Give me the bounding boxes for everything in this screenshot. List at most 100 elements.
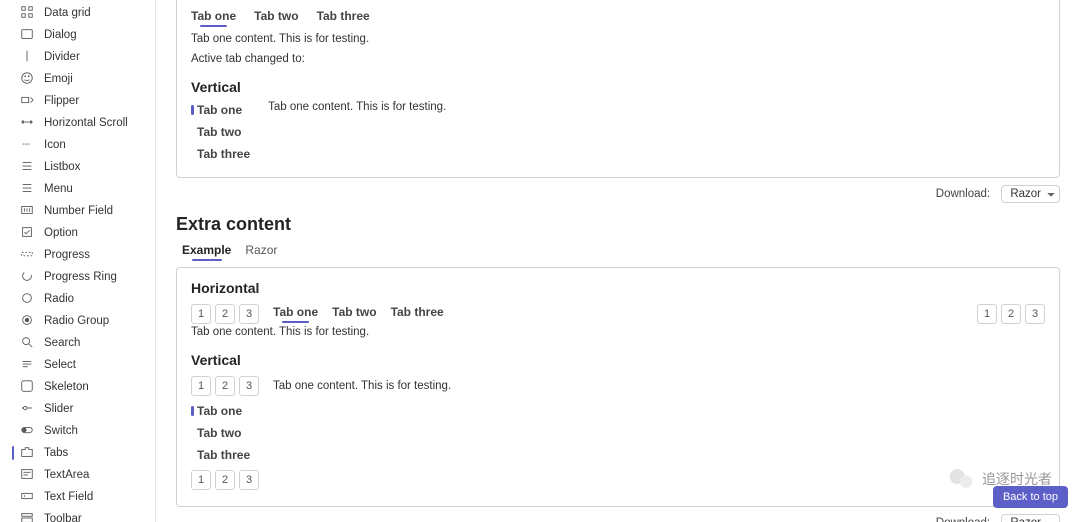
vertical-heading: Vertical	[191, 79, 1045, 95]
pill-v2-3[interactable]: 3	[239, 470, 259, 490]
tab-two[interactable]: Tab two	[254, 9, 298, 27]
nav-active-indicator	[12, 50, 14, 64]
sidebar-item-label: Number Field	[44, 205, 113, 217]
number-field-icon	[20, 203, 34, 220]
sidebar-item-label: Search	[44, 337, 80, 349]
nav-active-indicator	[12, 204, 14, 218]
sidebar-item-search[interactable]: Search	[18, 333, 84, 353]
flipper-icon	[20, 93, 34, 110]
toggle-example[interactable]: Example	[182, 243, 231, 261]
nav-active-indicator	[12, 138, 14, 152]
sidebar: Data gridDialog Divider Emoji Flipper Horizo…	[0, 0, 156, 522]
textarea-icon	[20, 467, 34, 484]
menu-icon	[20, 181, 34, 198]
pill-v1-1[interactable]: 1	[191, 376, 211, 396]
sidebar-item-text-field[interactable]: Text Field	[18, 487, 97, 507]
vtab-one[interactable]: Tab one	[191, 103, 250, 117]
extra-vtab-two[interactable]: Tab two	[191, 426, 1045, 440]
extra-vertical-heading: Vertical	[191, 352, 1045, 368]
sidebar-item-label: Flipper	[44, 95, 79, 107]
nav-active-indicator	[12, 182, 14, 196]
nav-active-indicator	[12, 512, 14, 522]
sidebar-item-menu[interactable]: Menu	[18, 179, 77, 199]
sidebar-item-dialog[interactable]: Dialog	[18, 25, 81, 45]
pill-3[interactable]: 3	[239, 304, 259, 324]
sidebar-item-flipper[interactable]: Flipper	[18, 91, 83, 111]
pill-r3[interactable]: 3	[1025, 304, 1045, 324]
nav-active-indicator	[12, 468, 14, 482]
sidebar-item-label: Tabs	[44, 447, 68, 459]
extra-vtab-three[interactable]: Tab three	[191, 448, 1045, 462]
tab-three[interactable]: Tab three	[317, 9, 370, 27]
sidebar-item-divider[interactable]: Divider	[18, 47, 84, 67]
nav-active-indicator	[12, 380, 14, 394]
vtab-three[interactable]: Tab three	[191, 147, 250, 161]
sidebar-item-label: Option	[44, 227, 78, 239]
divider-icon	[20, 49, 34, 66]
pill-r1[interactable]: 1	[977, 304, 997, 324]
sidebar-item-progress-ring[interactable]: Progress Ring	[18, 267, 121, 287]
sidebar-item-emoji[interactable]: Emoji	[18, 69, 77, 89]
sidebar-item-toolbar[interactable]: Toolbar	[18, 509, 86, 522]
active-changed-label: Active tab changed to:	[191, 53, 1045, 65]
sidebar-item-radio-group[interactable]: Radio Group	[18, 311, 113, 331]
vtab-two[interactable]: Tab two	[191, 125, 250, 139]
sidebar-item-number-field[interactable]: Number Field	[18, 201, 117, 221]
sidebar-item-progress[interactable]: Progress	[18, 245, 94, 265]
extra-horizontal-heading: Horizontal	[191, 280, 1045, 296]
pill-v2-1[interactable]: 1	[191, 470, 211, 490]
toolbar-icon	[20, 511, 34, 522]
sidebar-item-tabs[interactable]: Tabs	[18, 443, 72, 463]
listbox-icon	[20, 159, 34, 176]
tab-one[interactable]: Tab one	[191, 9, 236, 27]
pill-r2[interactable]: 2	[1001, 304, 1021, 324]
toggle-razor[interactable]: Razor	[245, 243, 277, 261]
download-select[interactable]: Razor	[1001, 185, 1060, 203]
download-select-2[interactable]: Razor	[1001, 514, 1060, 522]
sidebar-item-data-grid[interactable]: Data grid	[18, 3, 95, 23]
nav-active-indicator	[12, 226, 14, 240]
sidebar-item-icon[interactable]: Icon	[18, 135, 70, 155]
default-panel: Tab one Tab two Tab three Tab one conten…	[176, 0, 1060, 178]
sidebar-item-label: Radio Group	[44, 315, 109, 327]
pill-v1-2[interactable]: 2	[215, 376, 235, 396]
pill-v1-3[interactable]: 3	[239, 376, 259, 396]
extra-content-heading: Extra content	[176, 214, 1060, 235]
extra-tab-two[interactable]: Tab two	[332, 305, 376, 323]
code-toggle: Example Razor	[182, 243, 1060, 261]
data-grid-icon	[20, 5, 34, 22]
sidebar-item-switch[interactable]: Switch	[18, 421, 82, 441]
sidebar-item-option[interactable]: Option	[18, 223, 82, 243]
download-row-2: Download: Razor	[176, 517, 1060, 522]
sidebar-item-listbox[interactable]: Listbox	[18, 157, 84, 177]
sidebar-item-label: Divider	[44, 51, 80, 63]
search-icon	[20, 335, 34, 352]
extra-v-prefix: 1 2 3 Tab one content. This is for testi…	[191, 376, 1045, 396]
extra-tab-three[interactable]: Tab three	[391, 305, 444, 323]
nav-active-indicator	[12, 314, 14, 328]
sidebar-item-radio[interactable]: Radio	[18, 289, 78, 309]
back-to-top-button[interactable]: Back to top	[993, 486, 1068, 508]
sidebar-item-skeleton[interactable]: Skeleton	[18, 377, 93, 397]
skeleton-icon	[20, 379, 34, 396]
extra-vtabs: Tab one Tab two Tab three	[191, 404, 1045, 462]
extra-panel: Horizontal 1 2 3 Tab one Tab two Tab thr…	[176, 267, 1060, 507]
vertical-tabs-block: Tab one Tab two Tab three Tab one conten…	[191, 103, 1045, 161]
extra-tab-one[interactable]: Tab one	[273, 305, 318, 323]
nav-active-indicator	[12, 358, 14, 372]
sidebar-item-textarea[interactable]: TextArea	[18, 465, 93, 485]
nav-active-indicator	[12, 424, 14, 438]
sidebar-item-select[interactable]: Select	[18, 355, 80, 375]
pill-2[interactable]: 2	[215, 304, 235, 324]
sidebar-item-horizontal-scroll[interactable]: Horizontal Scroll	[18, 113, 132, 133]
download-label: Download:	[936, 188, 990, 200]
sidebar-item-slider[interactable]: Slider	[18, 399, 77, 419]
sidebar-item-label: Text Field	[44, 491, 93, 503]
switch-icon	[20, 423, 34, 440]
pills-right: 1 2 3	[977, 304, 1045, 324]
tabs-icon	[20, 445, 34, 462]
pill-1[interactable]: 1	[191, 304, 211, 324]
extra-vtab-one[interactable]: Tab one	[191, 404, 1045, 418]
pill-v2-2[interactable]: 2	[215, 470, 235, 490]
pills-v2: 1 2 3	[191, 470, 259, 490]
